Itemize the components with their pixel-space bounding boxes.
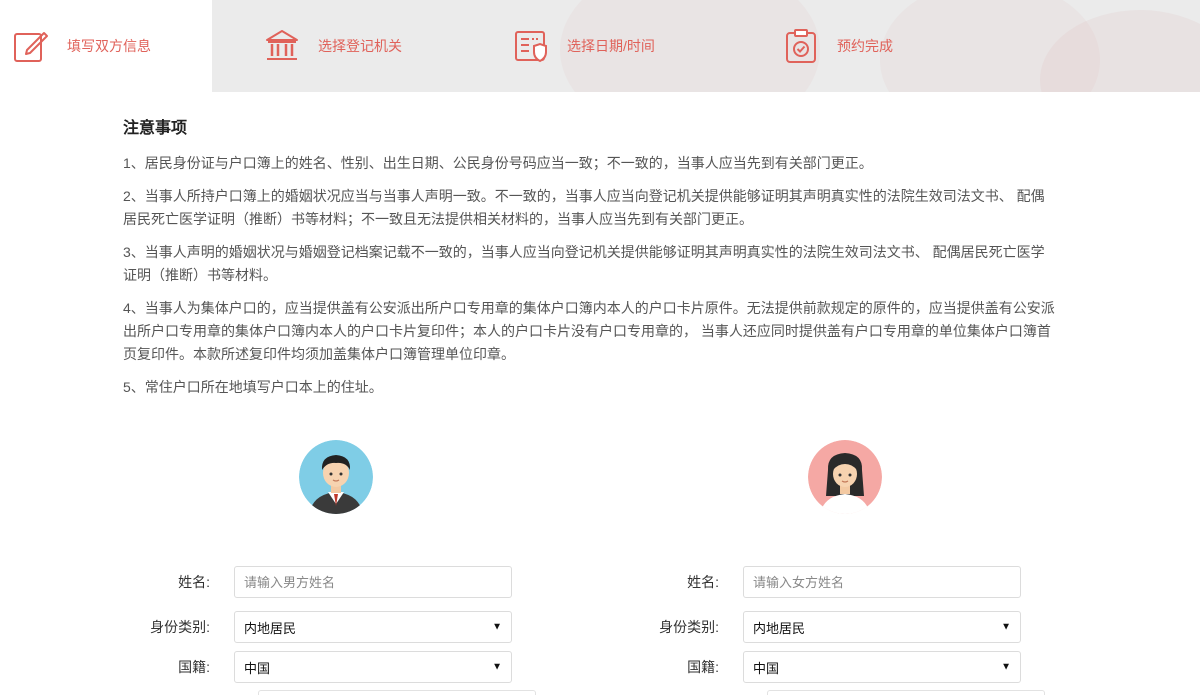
nationality-label: 国籍: [687,659,719,675]
calendar-form-icon [515,31,547,63]
step-select-office[interactable]: 选择登记机关 [264,0,402,92]
dropdown-arrow-icon: ▼ [492,661,502,673]
male-id-type-select[interactable]: 内地居民 ▼ [234,611,512,643]
female-nationality-select[interactable]: 中国 ▼ [743,651,1021,683]
step-complete[interactable]: 预约完成 [783,0,893,92]
notice-item: 4、当事人为集体户口的，应当提供盖有公安派出所户口专用章的集体户口簿内本人的户口… [123,300,1055,362]
dropdown-arrow-icon: ▼ [1001,621,1011,633]
notice-item: 1、居民身份证与户口簿上的姓名、性别、出生日期、公民身份号码应当一致；不一致的，… [123,155,873,171]
female-name-row: 姓名: [633,565,1021,599]
step-label: 选择日期/时间 [567,38,655,54]
female-avatar [808,440,882,514]
female-name-input[interactable] [743,566,1021,598]
id-type-label: 身份类别: [659,619,719,635]
dropdown-arrow-icon: ▼ [1001,661,1011,673]
edit-icon [14,32,48,62]
id-type-label: 身份类别: [150,619,210,635]
step-bar: 填写双方信息 选择登记机关 选择日期/时间 预约完成 [0,0,1200,92]
step-label: 选择登记机关 [318,38,402,54]
notice-section: 注意事项 1、居民身份证与户口簿上的姓名、性别、出生日期、公民身份号码应当一致；… [123,114,1058,409]
select-value: 内地居民 [753,620,806,636]
name-label: 姓名: [178,574,210,590]
name-label: 姓名: [687,574,719,590]
female-id-type-row: 身份类别: 内地居民 ▼ [633,610,1021,644]
male-id-type-row: 身份类别: 内地居民 ▼ [124,610,512,644]
male-avatar-icon [299,440,373,514]
female-next-field[interactable] [767,690,1045,695]
step-fill-info[interactable]: 填写双方信息 [0,0,212,92]
notice-item: 2、当事人所持户口簿上的婚姻状况应当与当事人声明一致。不一致的，当事人应当向登记… [123,188,1045,227]
notice-item: 3、当事人声明的婚姻状况与婚姻登记档案记载不一致的，当事人应当向登记机关提供能够… [123,244,1045,283]
institution-icon [266,30,298,60]
male-next-field[interactable] [258,690,536,695]
male-nationality-select[interactable]: 中国 ▼ [234,651,512,683]
male-name-row: 姓名: [124,565,512,599]
male-avatar [299,440,373,514]
female-nationality-row: 国籍: 中国 ▼ [633,650,1021,684]
female-id-type-select[interactable]: 内地居民 ▼ [743,611,1021,643]
notice-item: 5、常住户口所在地填写户口本上的住址。 [123,379,383,395]
select-value: 内地居民 [244,620,297,636]
dropdown-arrow-icon: ▼ [492,621,502,633]
female-avatar-icon [808,440,882,514]
nationality-label: 国籍: [178,659,210,675]
clipboard-check-icon [786,29,816,63]
notice-title: 注意事项 [123,120,188,137]
select-value: 中国 [244,660,271,676]
male-name-input[interactable] [234,566,512,598]
step-label: 填写双方信息 [67,38,151,54]
step-label: 预约完成 [837,38,893,54]
step-select-date[interactable]: 选择日期/时间 [513,0,655,92]
male-nationality-row: 国籍: 中国 ▼ [124,650,512,684]
select-value: 中国 [753,660,780,676]
